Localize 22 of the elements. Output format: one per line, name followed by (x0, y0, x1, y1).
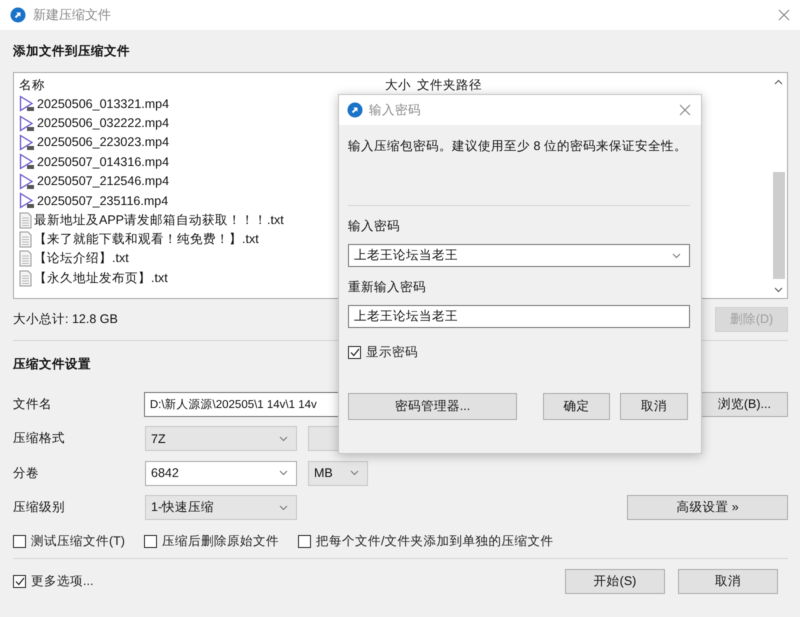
file-name: 【来了就能下载和观看！纯免费！】.txt (34, 230, 259, 248)
window-title: 新建压缩文件 (33, 6, 111, 24)
total-size: 大小总计: 12.8 GB (13, 311, 118, 328)
dialog-message: 输入压缩包密码。建议使用至少 8 位的密码来保证安全性。 (348, 139, 687, 153)
field-label: 分卷 (13, 464, 40, 482)
file-name: 【永久地址发布页】.txt (34, 270, 168, 287)
section-heading: 添加文件到压缩文件 (13, 42, 130, 60)
section-heading: 压缩文件设置 (13, 356, 91, 372)
file-name: 20250507_014316.mp4 (37, 154, 170, 169)
file-name: 【论坛介绍】.txt (34, 250, 129, 268)
field-label: 文件名 (13, 396, 53, 413)
file-name: 20250507_235116.mp4 (37, 194, 168, 208)
file-name: 20250506_032222.mp4 (37, 116, 170, 130)
field-label: 压缩格式 (13, 430, 66, 448)
field-label: 重新输入密码 (348, 280, 426, 294)
file-name: 20250506_223023.mp4 (37, 135, 170, 150)
field-label: 压缩级别 (13, 499, 66, 516)
field-label: 输入密码 (348, 219, 400, 233)
file-name: 20250506_013321.mp4 (37, 96, 170, 111)
dialog-title: 输入密码 (369, 102, 421, 118)
file-name: 最新地址及APP请发邮箱自动获取！！！.txt (34, 212, 284, 229)
file-name: 20250507_212546.mp4 (37, 174, 170, 188)
